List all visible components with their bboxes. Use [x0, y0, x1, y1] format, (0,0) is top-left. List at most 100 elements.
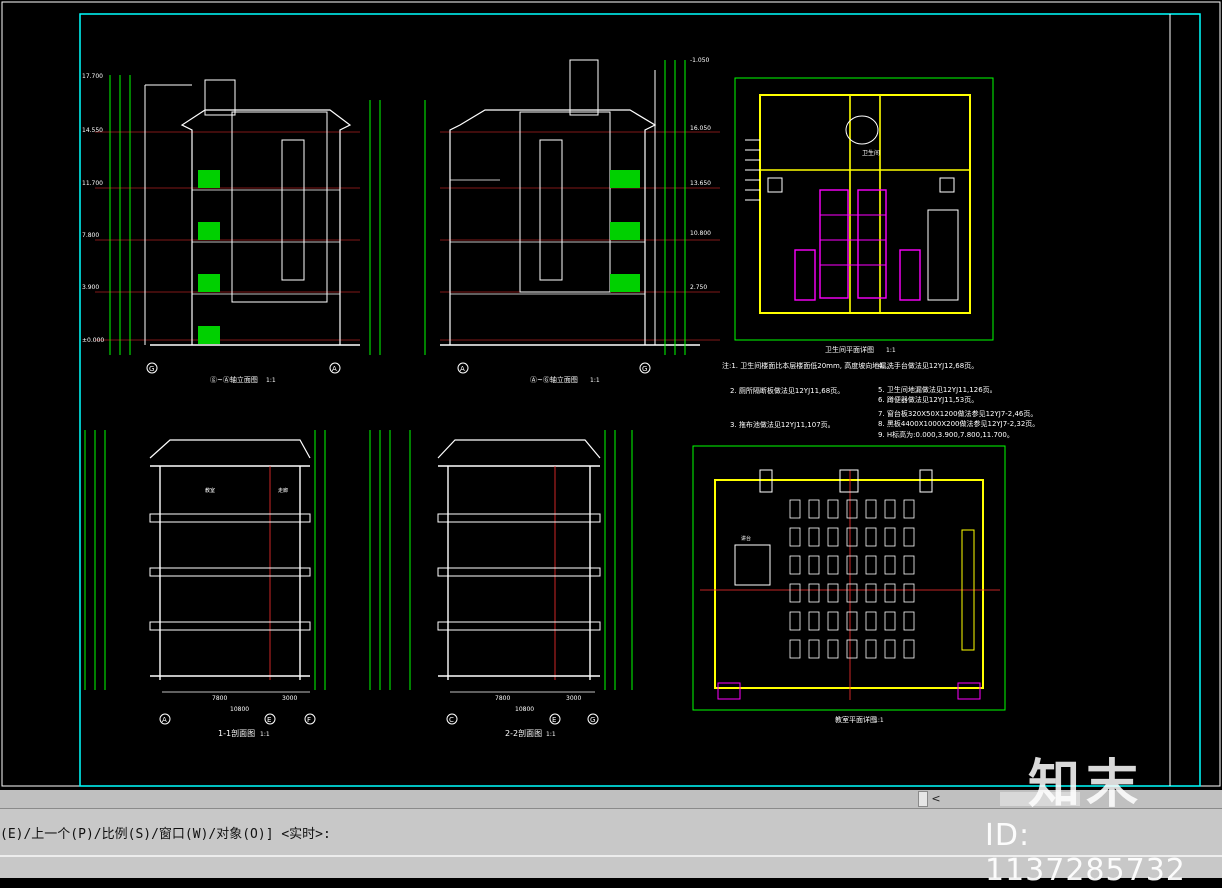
drawing-canvas[interactable]: G A ⓖ~Ⓐ轴立面图 1:1 17.700 14.550 11.700 7.8…: [0, 0, 1222, 790]
elevation-2-scale: 1:1: [590, 377, 600, 384]
desk: [827, 639, 839, 659]
note-line: 5. 卫生间地漏做法见12YJ11,126页。: [878, 385, 997, 394]
axis-label-a2: A: [460, 365, 465, 373]
level-text: 3.900: [82, 284, 99, 291]
dimension-text: 10800: [230, 706, 249, 713]
level-text: 7.800: [82, 232, 99, 239]
desk: [827, 611, 839, 631]
axis-label-a1: A: [332, 365, 337, 373]
classroom-plan-scale: 1:1: [874, 717, 884, 724]
cad-drawing: G A ⓖ~Ⓐ轴立面图 1:1 17.700 14.550 11.700 7.8…: [1, 1, 1221, 787]
desk: [903, 611, 915, 631]
axis-label-c: C: [449, 716, 454, 724]
desk: [789, 555, 801, 575]
desk: [903, 555, 915, 575]
desk: [884, 527, 896, 547]
level-text: -1.050: [690, 57, 710, 64]
desk: [846, 499, 858, 519]
elevation-2: A G Ⓐ~Ⓖ轴立面图 1:1 -1.050 16.050 13.650 10.…: [440, 57, 720, 384]
desk: [827, 555, 839, 575]
level-text: 10.800: [690, 230, 711, 237]
classroom-plan-title: 教室平面详图: [835, 715, 877, 724]
dimension-text: 3000: [566, 695, 581, 702]
desk: [808, 527, 820, 547]
desk: [846, 611, 858, 631]
desk: [903, 527, 915, 547]
desk: [789, 639, 801, 659]
desk: [808, 639, 820, 659]
desk: [789, 499, 801, 519]
general-notes: 注:1. 卫生间楼面比本层楼面低20mm, 高度坡向地漏。 2. 厕所隔断板做法…: [722, 361, 1039, 439]
desk: [827, 527, 839, 547]
note-line: 7. 窗台板320X50X1200做法参见12YJ7-2,46页。: [878, 409, 1037, 418]
desk: [789, 611, 801, 631]
note-line: 注:1. 卫生间楼面比本层楼面低20mm, 高度坡向地漏。: [722, 361, 893, 370]
desk: [846, 555, 858, 575]
desk: [846, 583, 858, 603]
desk: [865, 611, 877, 631]
axis-label-g3: G: [590, 716, 595, 724]
desk: [884, 639, 896, 659]
desk: [884, 499, 896, 519]
desk: [884, 555, 896, 575]
desk: [789, 583, 801, 603]
section-1-title: 1-1剖面图: [218, 728, 255, 738]
desk: [808, 555, 820, 575]
scroll-thumb[interactable]: [918, 791, 928, 807]
desk: [884, 583, 896, 603]
sheet-frame: [79, 13, 1201, 787]
desk: [808, 611, 820, 631]
room-label: 卫生间: [862, 149, 880, 157]
scroll-left-arrow-icon[interactable]: <: [930, 791, 942, 807]
elevation-2-title: Ⓐ~Ⓖ轴立面图: [530, 375, 578, 384]
elevation-1-title: ⓖ~Ⓐ轴立面图: [210, 375, 258, 384]
desk: [865, 639, 877, 659]
desk: [865, 527, 877, 547]
section-2-title: 2-2剖面图: [505, 728, 542, 738]
elevation-1-scale: 1:1: [266, 377, 276, 384]
desk-grid: [789, 499, 915, 659]
note-line: 9. H标高为:0.000,3.900,7.800,11.700。: [878, 430, 1014, 439]
note-line: 6. 蹲便器做法见12YJ11,53页。: [878, 395, 978, 404]
desk: [827, 499, 839, 519]
section-1-scale: 1:1: [260, 731, 270, 738]
axis-label-f: F: [307, 716, 311, 724]
note-line: 3. 拖布池做法见12YJ11,107页。: [730, 420, 835, 429]
note-line: 2. 厕所隔断板做法见12YJ11,68页。: [730, 386, 844, 395]
desk: [865, 583, 877, 603]
axis-label-g1: G: [149, 365, 154, 373]
desk: [846, 527, 858, 547]
toilet-plan-scale: 1:1: [886, 347, 896, 354]
desk: [884, 611, 896, 631]
toilet-plan: 卫生间平面详图 1:1 卫生间: [734, 77, 994, 354]
desk: [903, 499, 915, 519]
level-text: ±0.000: [82, 337, 104, 344]
axis-label-e: E: [267, 716, 271, 724]
note-line: 8. 黑板4400X1000X200做法参见12YJ7-2,32页。: [878, 419, 1039, 428]
level-text: 2.750: [690, 284, 707, 291]
classroom-plan: 教室平面详图 1:1 讲台: [692, 445, 1006, 724]
level-text: 13.650: [690, 180, 711, 187]
dimension-text: 10800: [515, 706, 534, 713]
dimension-text: 7800: [212, 695, 227, 702]
level-text: 16.050: [690, 125, 711, 132]
watermark-logo: 知末: [1028, 755, 1145, 815]
desk: [846, 639, 858, 659]
desk: [808, 583, 820, 603]
axis-label-e2: E: [552, 716, 556, 724]
section-1-1: A E F 1-1剖面图 1:1 7800 10800 3000 教室 走廊: [84, 430, 371, 738]
desk: [865, 499, 877, 519]
axis-label-g2: G: [642, 365, 647, 373]
desk: [827, 583, 839, 603]
section-2-scale: 1:1: [546, 731, 556, 738]
elevation-1: G A ⓖ~Ⓐ轴立面图 1:1 17.700 14.550 11.700 7.8…: [82, 73, 426, 384]
room-label: 教室: [205, 487, 215, 494]
room-label: 走廊: [278, 487, 288, 494]
level-text: 11.700: [82, 180, 103, 187]
sheet-border-outer: [1, 1, 1221, 787]
desk: [789, 527, 801, 547]
desk: [903, 583, 915, 603]
command-line-prompt[interactable]: (E)/上一个(P)/比例(S)/窗口(W)/对象(O)] <实时>:: [0, 823, 331, 842]
desk: [903, 639, 915, 659]
toilet-plan-title: 卫生间平面详图: [825, 345, 874, 354]
